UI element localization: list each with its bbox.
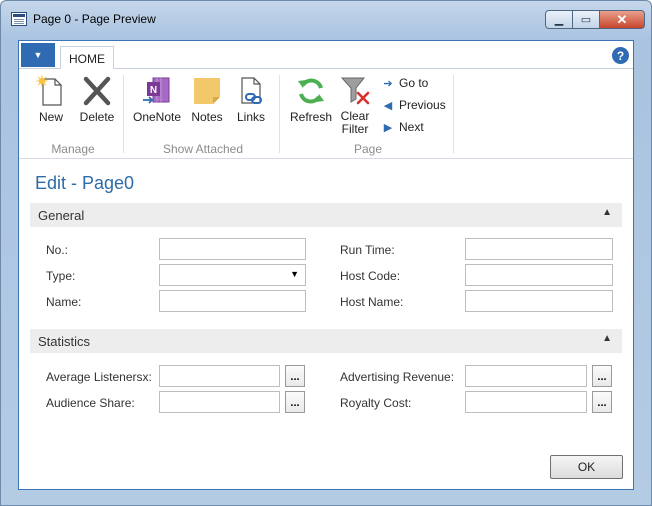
field-label-royalty-cost: Royalty Cost:	[340, 396, 412, 410]
group-label-manage: Manage	[51, 142, 95, 156]
clear-filter-button-label: Clear Filter	[340, 109, 370, 136]
tab-home[interactable]: HOME	[60, 46, 114, 70]
page-title: Edit - Page0	[35, 173, 135, 193]
name-input[interactable]	[159, 290, 306, 312]
links-button-label: Links	[236, 110, 265, 124]
previous-label: Previous	[399, 98, 446, 112]
sticky-note-icon	[191, 75, 223, 107]
section-header-statistics[interactable]: Statistics ▲	[30, 329, 622, 353]
link-document-icon	[235, 75, 267, 107]
clear-filter-icon	[339, 75, 371, 107]
notes-button-label: Notes	[191, 110, 223, 124]
ok-button[interactable]: OK	[550, 455, 623, 479]
new-document-icon	[35, 75, 67, 107]
type-dropdown[interactable]: ▼	[159, 264, 306, 286]
arrow-right-icon: ➔	[383, 77, 393, 90]
group-label-show-attached: Show Attached	[162, 142, 244, 156]
title-bar[interactable]: Page 0 - Page Preview ▁ ▭ ✕	[1, 1, 651, 37]
field-label-average-listeners: Average Listenersx:	[46, 370, 152, 384]
ribbon-group-show-attached: N OneNote Notes Links Show Attached	[127, 69, 279, 159]
royalty-cost-input[interactable]	[465, 391, 587, 413]
ribbon-group-page: Refresh Clear Filter ➔ Go to ◀ Previous …	[283, 69, 453, 159]
go-to-button[interactable]: ➔ Go to	[381, 74, 428, 92]
onenote-button[interactable]: N OneNote	[131, 75, 183, 124]
average-listeners-lookup-button[interactable]: ...	[285, 365, 305, 387]
window-controls: ▁ ▭ ✕	[545, 10, 645, 30]
audience-share-lookup-button[interactable]: ...	[285, 391, 305, 413]
onenote-button-label: OneNote	[132, 110, 182, 124]
field-label-run-time: Run Time:	[340, 243, 395, 257]
field-label-type: Type:	[46, 269, 76, 283]
clear-filter-button[interactable]: Clear Filter	[337, 75, 373, 136]
app-window: Page 0 - Page Preview ▁ ▭ ✕ ▼ HOME ? New…	[0, 0, 652, 506]
delete-x-icon	[81, 75, 113, 107]
close-button[interactable]: ✕	[599, 10, 645, 29]
ribbon-group-manage: New Delete Manage	[23, 69, 123, 159]
delete-button[interactable]: Delete	[75, 75, 119, 124]
triangle-left-icon: ◀	[383, 99, 393, 112]
royalty-cost-lookup-button[interactable]: ...	[592, 391, 612, 413]
section-title: General	[38, 208, 85, 223]
host-name-input[interactable]	[465, 290, 613, 312]
field-label-audience-share: Audience Share:	[46, 396, 135, 410]
maximize-button[interactable]: ▭	[572, 10, 600, 29]
ribbon-tab-bar: ▼ HOME ?	[19, 41, 633, 70]
ribbon: New Delete Manage N OneNote Notes Links …	[19, 69, 633, 159]
new-button-label: New	[38, 110, 63, 124]
onenote-icon: N	[141, 75, 173, 107]
section-header-general[interactable]: General ▲	[30, 203, 622, 227]
refresh-button[interactable]: Refresh	[287, 75, 335, 124]
collapse-caret-icon[interactable]: ▲	[602, 207, 612, 218]
page-app-icon	[11, 12, 27, 26]
advertising-revenue-lookup-button[interactable]: ...	[592, 365, 612, 387]
group-label-page: Page	[353, 142, 383, 156]
window-title: Page 0 - Page Preview	[33, 12, 156, 26]
new-button[interactable]: New	[31, 75, 71, 124]
collapse-caret-icon[interactable]: ▲	[602, 333, 612, 344]
help-icon[interactable]: ?	[612, 47, 629, 64]
section-title: Statistics	[38, 334, 91, 349]
no-input[interactable]	[159, 238, 306, 260]
page-client-area: ▼ HOME ? New Delete Manage N OneNote Not…	[18, 40, 634, 490]
svg-text:N: N	[150, 85, 157, 96]
field-label-advertising-revenue: Advertising Revenue:	[340, 370, 455, 384]
average-listeners-input[interactable]	[159, 365, 280, 387]
run-time-input[interactable]	[465, 238, 613, 260]
notes-button[interactable]: Notes	[187, 75, 227, 124]
delete-button-label: Delete	[79, 110, 115, 124]
ribbon-divider	[279, 75, 280, 153]
field-label-name: Name:	[46, 295, 82, 309]
refresh-button-label: Refresh	[289, 110, 333, 124]
go-to-label: Go to	[399, 76, 429, 90]
minimize-button[interactable]: ▁	[545, 10, 573, 29]
previous-button[interactable]: ◀ Previous	[381, 96, 446, 114]
ribbon-divider	[453, 75, 454, 153]
triangle-right-icon: ▶	[383, 121, 393, 134]
chevron-down-icon[interactable]: ▼	[290, 269, 299, 279]
links-button[interactable]: Links	[231, 75, 271, 124]
next-label: Next	[399, 120, 424, 134]
field-label-no: No.:	[46, 243, 69, 257]
host-code-input[interactable]	[465, 264, 613, 286]
audience-share-input[interactable]	[159, 391, 280, 413]
field-label-host-code: Host Code:	[340, 269, 401, 283]
advertising-revenue-input[interactable]	[465, 365, 587, 387]
ribbon-divider	[123, 75, 124, 153]
refresh-icon	[295, 75, 327, 107]
ribbon-menu-button[interactable]: ▼	[21, 43, 55, 67]
field-label-host-name: Host Name:	[340, 295, 404, 309]
next-button[interactable]: ▶ Next	[381, 118, 424, 136]
